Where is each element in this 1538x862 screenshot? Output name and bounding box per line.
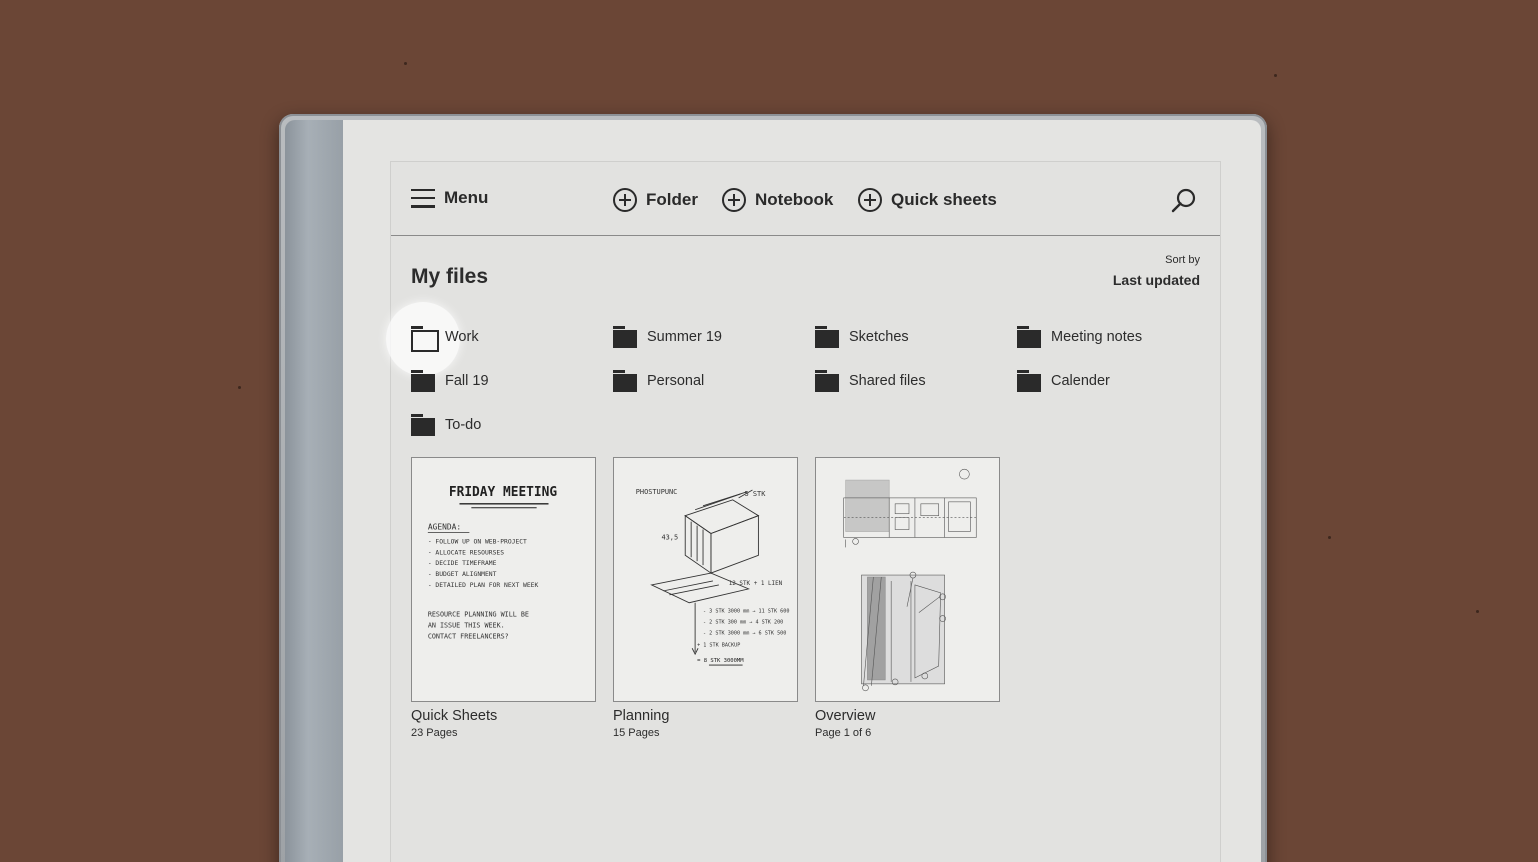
folder-label: Calender xyxy=(1051,373,1110,389)
sketch-list: - 2 STK 3000 mm → 6 STK 500 xyxy=(703,630,786,636)
folder-label: Shared files xyxy=(849,373,926,389)
note-footer: CONTACT FREELANCERS? xyxy=(428,632,509,640)
plus-circle-icon xyxy=(858,188,882,212)
hamburger-icon xyxy=(411,188,435,208)
new-notebook-button[interactable]: Notebook xyxy=(722,188,833,212)
folder-item[interactable]: Fall 19 xyxy=(411,370,489,392)
background-speck xyxy=(1274,74,1277,77)
sort-value: Last updated xyxy=(1112,272,1200,288)
file-meta: Page 1 of 6 xyxy=(815,727,872,739)
folder-item[interactable]: Shared files xyxy=(815,370,926,392)
note-line: - DETAILED PLAN FOR NEXT WEEK xyxy=(428,582,539,589)
folder-label: Personal xyxy=(647,373,705,389)
note-agenda: AGENDA: xyxy=(428,523,461,532)
plus-circle-icon xyxy=(722,188,746,212)
quick-sheets-button[interactable]: Quick sheets xyxy=(858,188,997,212)
folder-item[interactable]: Personal xyxy=(613,370,704,392)
folder-item[interactable]: Sketches xyxy=(815,326,909,348)
note-line: - ALLOCATE RESOURSES xyxy=(428,549,504,556)
file-thumbnail: PHOSTUPUNC 5 STK 43,5 12 STK + 1 LIEN - … xyxy=(613,457,798,702)
note-heading: FRIDAY MEETING xyxy=(449,485,558,500)
folder-label: Summer 19 xyxy=(647,329,722,345)
sketch-total: = 8 STK 3000MM xyxy=(697,658,744,664)
handwritten-notes-thumbnail: FRIDAY MEETING AGENDA: - FOLLOW UP ON WE… xyxy=(428,485,558,640)
file-name: Planning xyxy=(613,708,670,724)
note-line: - BUDGET ALIGNMENT xyxy=(428,571,497,578)
file-thumbnail xyxy=(815,457,1000,702)
file-card[interactable]: FRIDAY MEETING AGENDA: - FOLLOW UP ON WE… xyxy=(411,457,597,739)
file-meta: 15 Pages xyxy=(613,727,660,739)
file-card[interactable]: Overview Page 1 of 6 xyxy=(815,457,1001,739)
note-footer: RESOURCE PLANNING WILL BE xyxy=(428,611,529,619)
sketch-dimension: 12 STK + 1 LIEN xyxy=(729,580,783,587)
note-line: - DECIDE TIMEFRAME xyxy=(428,560,497,567)
menu-button[interactable]: Menu xyxy=(411,188,488,208)
folder-icon xyxy=(815,370,839,392)
sketch-list: - 2 STK 300 mm → 4 STK 200 xyxy=(703,620,783,626)
sketch-list: - 3 STK 3000 mm → 11 STK 600 xyxy=(703,609,789,615)
screen: Menu Folder Notebook Quick sheets My fil… xyxy=(386,161,1221,862)
sort-label: Sort by xyxy=(1165,254,1200,266)
folder-icon xyxy=(613,370,637,392)
folder-label: Fall 19 xyxy=(445,373,489,389)
page-title: My files xyxy=(411,265,489,288)
folder-label: Sketches xyxy=(849,329,909,345)
sketch-list: + 1 STK BACKUP xyxy=(697,642,740,648)
background-speck xyxy=(238,386,241,389)
background-speck xyxy=(1328,536,1331,539)
folder-label: To-do xyxy=(445,417,482,433)
plus-circle-icon xyxy=(613,188,637,212)
device-spine xyxy=(285,120,343,862)
folder-item[interactable]: Calender xyxy=(1017,370,1110,392)
folder-icon xyxy=(1017,370,1041,392)
background-speck xyxy=(404,62,407,65)
note-footer: AN ISSUE THIS WEEK. xyxy=(428,621,505,629)
quick-sheets-label: Quick sheets xyxy=(891,190,997,209)
toolbar: Menu Folder Notebook Quick sheets xyxy=(391,162,1220,236)
folder-label: Work xyxy=(445,329,479,345)
file-meta: 23 Pages xyxy=(411,727,458,739)
sort-control[interactable]: Sort by Last updated xyxy=(1113,254,1200,290)
folder-item[interactable]: Meeting notes xyxy=(1017,326,1142,348)
sketch-dimension: 43,5 xyxy=(661,533,678,541)
folder-icon xyxy=(411,414,435,436)
folder-icon xyxy=(411,370,435,392)
folder-item[interactable]: Summer 19 xyxy=(613,326,722,348)
architecture-drawing-thumbnail xyxy=(843,468,977,692)
planning-sketch-thumbnail: PHOSTUPUNC 5 STK 43,5 12 STK + 1 LIEN - … xyxy=(636,488,789,666)
sketch-dimension: 5 STK xyxy=(745,490,767,498)
folder-icon xyxy=(815,326,839,348)
new-folder-button[interactable]: Folder xyxy=(613,188,698,212)
folder-label: Meeting notes xyxy=(1051,329,1143,345)
folder-item[interactable]: Work xyxy=(411,326,479,352)
folder-item[interactable]: To-do xyxy=(411,414,481,436)
folder-icon xyxy=(1017,326,1041,348)
folder-icon xyxy=(613,326,637,348)
file-name: Overview xyxy=(815,708,876,724)
menu-label: Menu xyxy=(444,188,489,207)
note-line: - FOLLOW UP ON WEB-PROJECT xyxy=(428,538,527,545)
file-thumbnail: FRIDAY MEETING AGENDA: - FOLLOW UP ON WE… xyxy=(411,457,596,702)
file-name: Quick Sheets xyxy=(411,708,498,724)
new-folder-label: Folder xyxy=(646,190,698,209)
sketch-label: PHOSTUPUNC xyxy=(636,488,678,496)
new-notebook-label: Notebook xyxy=(755,190,834,209)
file-card[interactable]: PHOSTUPUNC 5 STK 43,5 12 STK + 1 LIEN - … xyxy=(613,457,799,739)
background-speck xyxy=(1476,610,1479,613)
folder-open-icon xyxy=(411,326,439,352)
search-icon[interactable] xyxy=(1171,188,1197,214)
